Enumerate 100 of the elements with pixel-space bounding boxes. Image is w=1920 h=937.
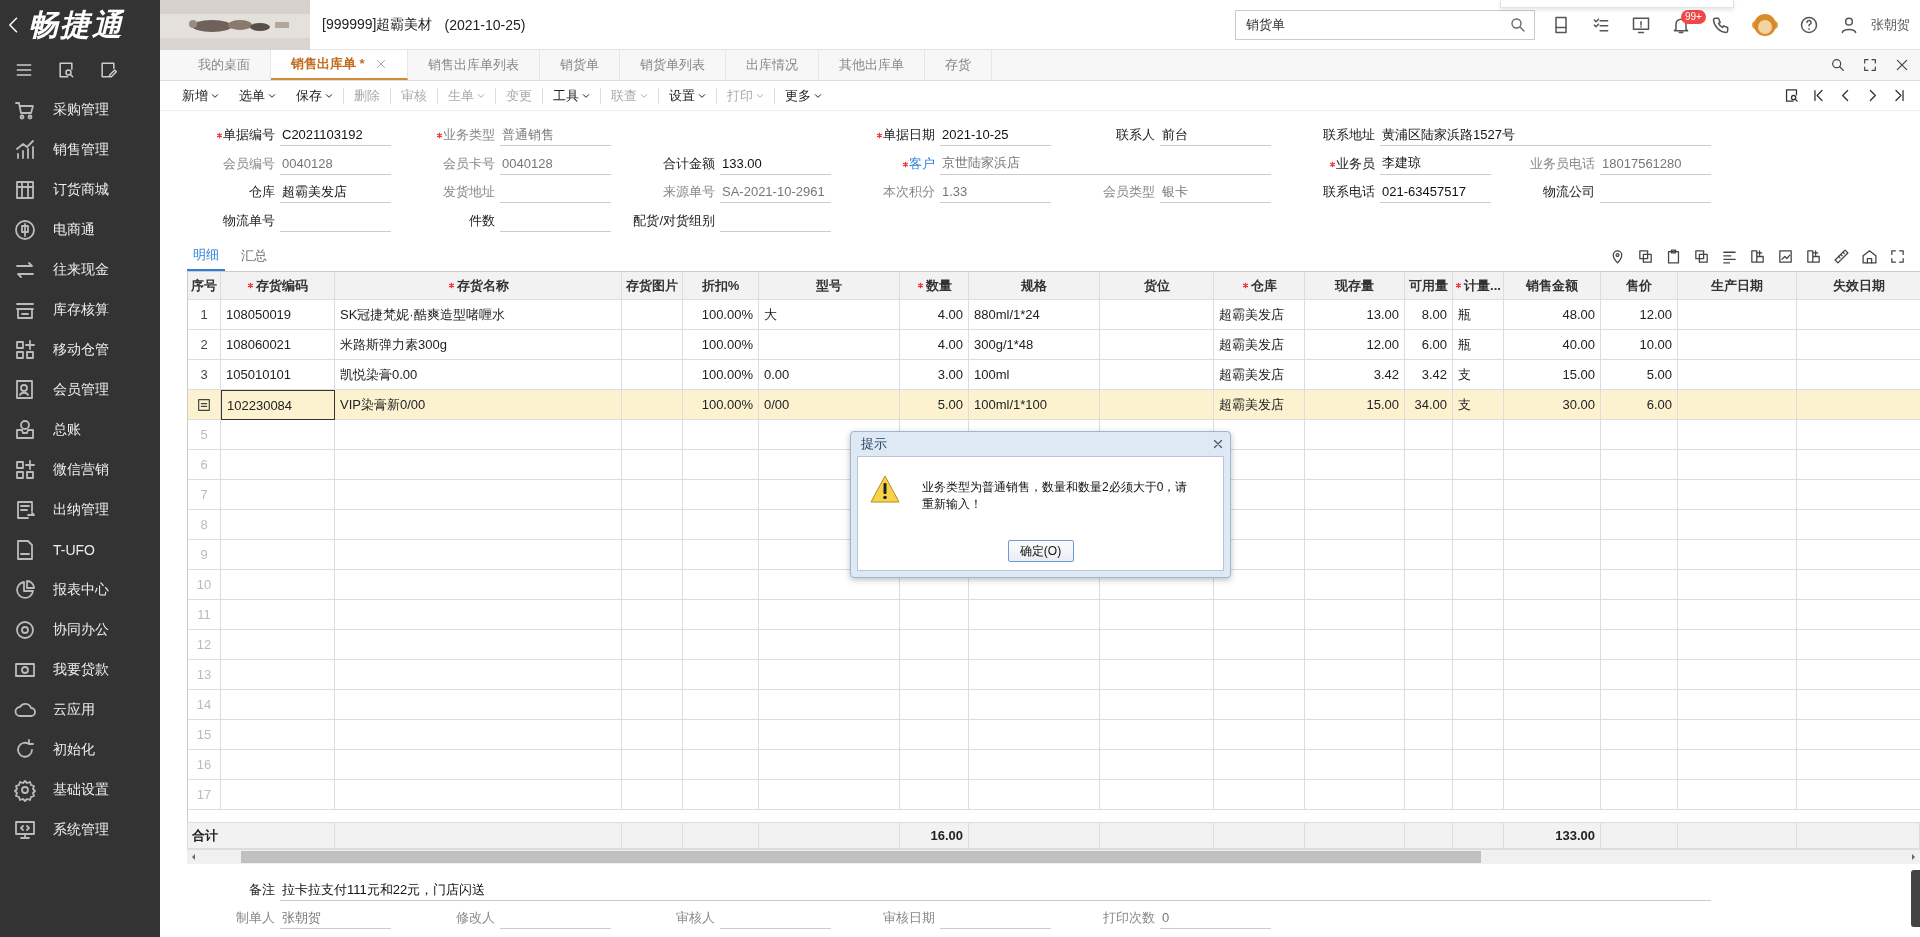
grid-icon[interactable]	[1749, 248, 1766, 265]
input-field[interactable]: 拉卡拉支付111元和22元，门店闪送	[280, 879, 1711, 901]
toolbar-button[interactable]: 新增	[172, 87, 229, 104]
total-value: 16.00	[900, 823, 969, 849]
grid-plus-icon	[13, 458, 37, 482]
column-header[interactable]: 失效日期	[1797, 272, 1920, 300]
table-cell	[1453, 510, 1504, 540]
sidebar-item[interactable]: 系统管理	[0, 810, 160, 850]
required-icon	[436, 132, 443, 140]
tab[interactable]: 销货单	[539, 50, 620, 80]
search-icon[interactable]	[1830, 57, 1846, 73]
sidebar-item[interactable]: 电商通	[0, 210, 160, 250]
column-header[interactable]: 数量	[900, 272, 969, 300]
sidebar-item[interactable]: 云应用	[0, 690, 160, 730]
expand-icon[interactable]	[1862, 57, 1878, 73]
sidebar-item[interactable]: 移动仓管	[0, 330, 160, 370]
sidebar-item[interactable]: 基础设置	[0, 770, 160, 810]
user-name[interactable]: 张朝贺	[1871, 15, 1910, 34]
caret-icon	[268, 91, 276, 100]
column-header[interactable]: 货位	[1100, 272, 1214, 300]
toolbar-button[interactable]: 更多	[774, 87, 832, 104]
field-label: 会员卡号	[443, 154, 495, 173]
column-header[interactable]: 仓库	[1214, 272, 1305, 300]
sidebar-item[interactable]: 采购管理	[0, 90, 160, 130]
field-label: 会员编号	[223, 154, 275, 173]
sidebar-item[interactable]: 初始化	[0, 730, 160, 770]
sidebar-item[interactable]: 我要贷款	[0, 650, 160, 690]
field-label: 物流公司	[1543, 183, 1595, 202]
close-button[interactable]	[1212, 438, 1224, 450]
input-field[interactable]: 超霸美发店	[280, 181, 391, 204]
ok-button[interactable]: 确定(O)	[1007, 540, 1074, 562]
table-cell	[622, 390, 683, 420]
column-header[interactable]: 规格	[969, 272, 1100, 300]
sidebar-item[interactable]: 微信营销	[0, 450, 160, 490]
copy-icon[interactable]	[1693, 248, 1710, 265]
horizontal-scrollbar[interactable]	[187, 850, 1920, 864]
doc-search-icon[interactable]	[1783, 87, 1800, 104]
sidebar-item[interactable]: 订货商城	[0, 170, 160, 210]
tab[interactable]: 销货单列表	[619, 50, 726, 80]
sidebar-item[interactable]: 会员管理	[0, 370, 160, 410]
row-number: 15	[188, 720, 221, 750]
field-label: 单据编号	[216, 126, 275, 145]
sidebar-item[interactable]: 报表中心	[0, 570, 160, 610]
column-header[interactable]: 计量...	[1453, 272, 1504, 300]
tab[interactable]: 出库情况	[725, 50, 819, 80]
table-cell	[1405, 660, 1453, 690]
sidebar-item[interactable]: 出纳管理	[0, 490, 160, 530]
field-label: 本次积分	[883, 183, 935, 202]
doc-edit-icon[interactable]	[98, 60, 118, 80]
column-header[interactable]: 可用量	[1405, 272, 1453, 300]
row-number: 12	[188, 630, 221, 660]
column-header[interactable]: 折扣%	[683, 272, 759, 300]
clipboard-icon[interactable]	[1665, 248, 1682, 265]
search-icon[interactable]	[1509, 15, 1527, 34]
question-icon[interactable]	[1799, 14, 1819, 35]
input-field[interactable]: C2021103192	[280, 124, 391, 147]
sidebar-item[interactable]: T-UFO	[0, 530, 160, 570]
tab[interactable]: 其他出库单	[818, 50, 925, 80]
input-field[interactable]: 李建琼	[1380, 152, 1491, 175]
row-number: 10	[188, 570, 221, 600]
toolbar-button[interactable]: 选单	[229, 87, 286, 104]
input-field[interactable]: 021-63457517	[1380, 181, 1491, 204]
sidebar-item[interactable]: 协同办公	[0, 610, 160, 650]
tab[interactable]: 销售出库单 *	[271, 50, 408, 80]
sidebar-item[interactable]: 库存核算	[0, 290, 160, 330]
input-field[interactable]: 黄浦区陆家浜路1527号	[1380, 124, 1711, 147]
chart-doc-icon[interactable]	[1777, 248, 1794, 265]
tab[interactable]: 汇总	[235, 244, 273, 271]
input-field[interactable]: 2021-10-25	[940, 124, 1051, 147]
row-handle-icon[interactable]	[196, 396, 212, 413]
sidebar-item[interactable]: 往来现金	[0, 250, 160, 290]
sidebar-item[interactable]: 销售管理	[0, 130, 160, 170]
column-header[interactable]: 现存量	[1305, 272, 1405, 300]
home-icon[interactable]	[1861, 248, 1878, 265]
toolbar-button[interactable]: 设置	[658, 87, 716, 104]
expand-icon[interactable]	[1889, 248, 1906, 265]
column-header[interactable]: 生产日期	[1678, 272, 1797, 300]
tab[interactable]: 销售出库单列表	[407, 50, 540, 80]
column-header[interactable]: 售价	[1601, 272, 1678, 300]
tab[interactable]: 存货	[924, 50, 992, 80]
column-header[interactable]: 销售金额	[1504, 272, 1601, 300]
close-icon[interactable]	[1894, 57, 1910, 73]
toolbar-button[interactable]: 工具	[542, 87, 600, 104]
toolbar-button[interactable]: 保存	[286, 87, 343, 104]
scroll-handle[interactable]	[1911, 870, 1920, 927]
column-header[interactable]: 存货名称	[335, 272, 622, 300]
copy-icon[interactable]	[1637, 248, 1654, 265]
grid-icon[interactable]	[1805, 248, 1822, 265]
column-header[interactable]: 存货图片	[622, 272, 683, 300]
ruler-icon[interactable]	[1833, 248, 1850, 265]
column-header[interactable]: 序号	[188, 272, 221, 300]
search-field[interactable]: 销货单	[1235, 9, 1535, 40]
input-field[interactable]: 前台	[1160, 124, 1271, 147]
table-cell: 34.00	[1405, 390, 1453, 420]
sidebar-item[interactable]: 总账	[0, 410, 160, 450]
column-header[interactable]: 型号	[759, 272, 900, 300]
table-cell	[1405, 450, 1453, 480]
column-header[interactable]: 存货编码	[221, 272, 335, 300]
input-field[interactable]: 133.00	[720, 152, 831, 175]
doc-search-icon[interactable]	[56, 60, 76, 80]
